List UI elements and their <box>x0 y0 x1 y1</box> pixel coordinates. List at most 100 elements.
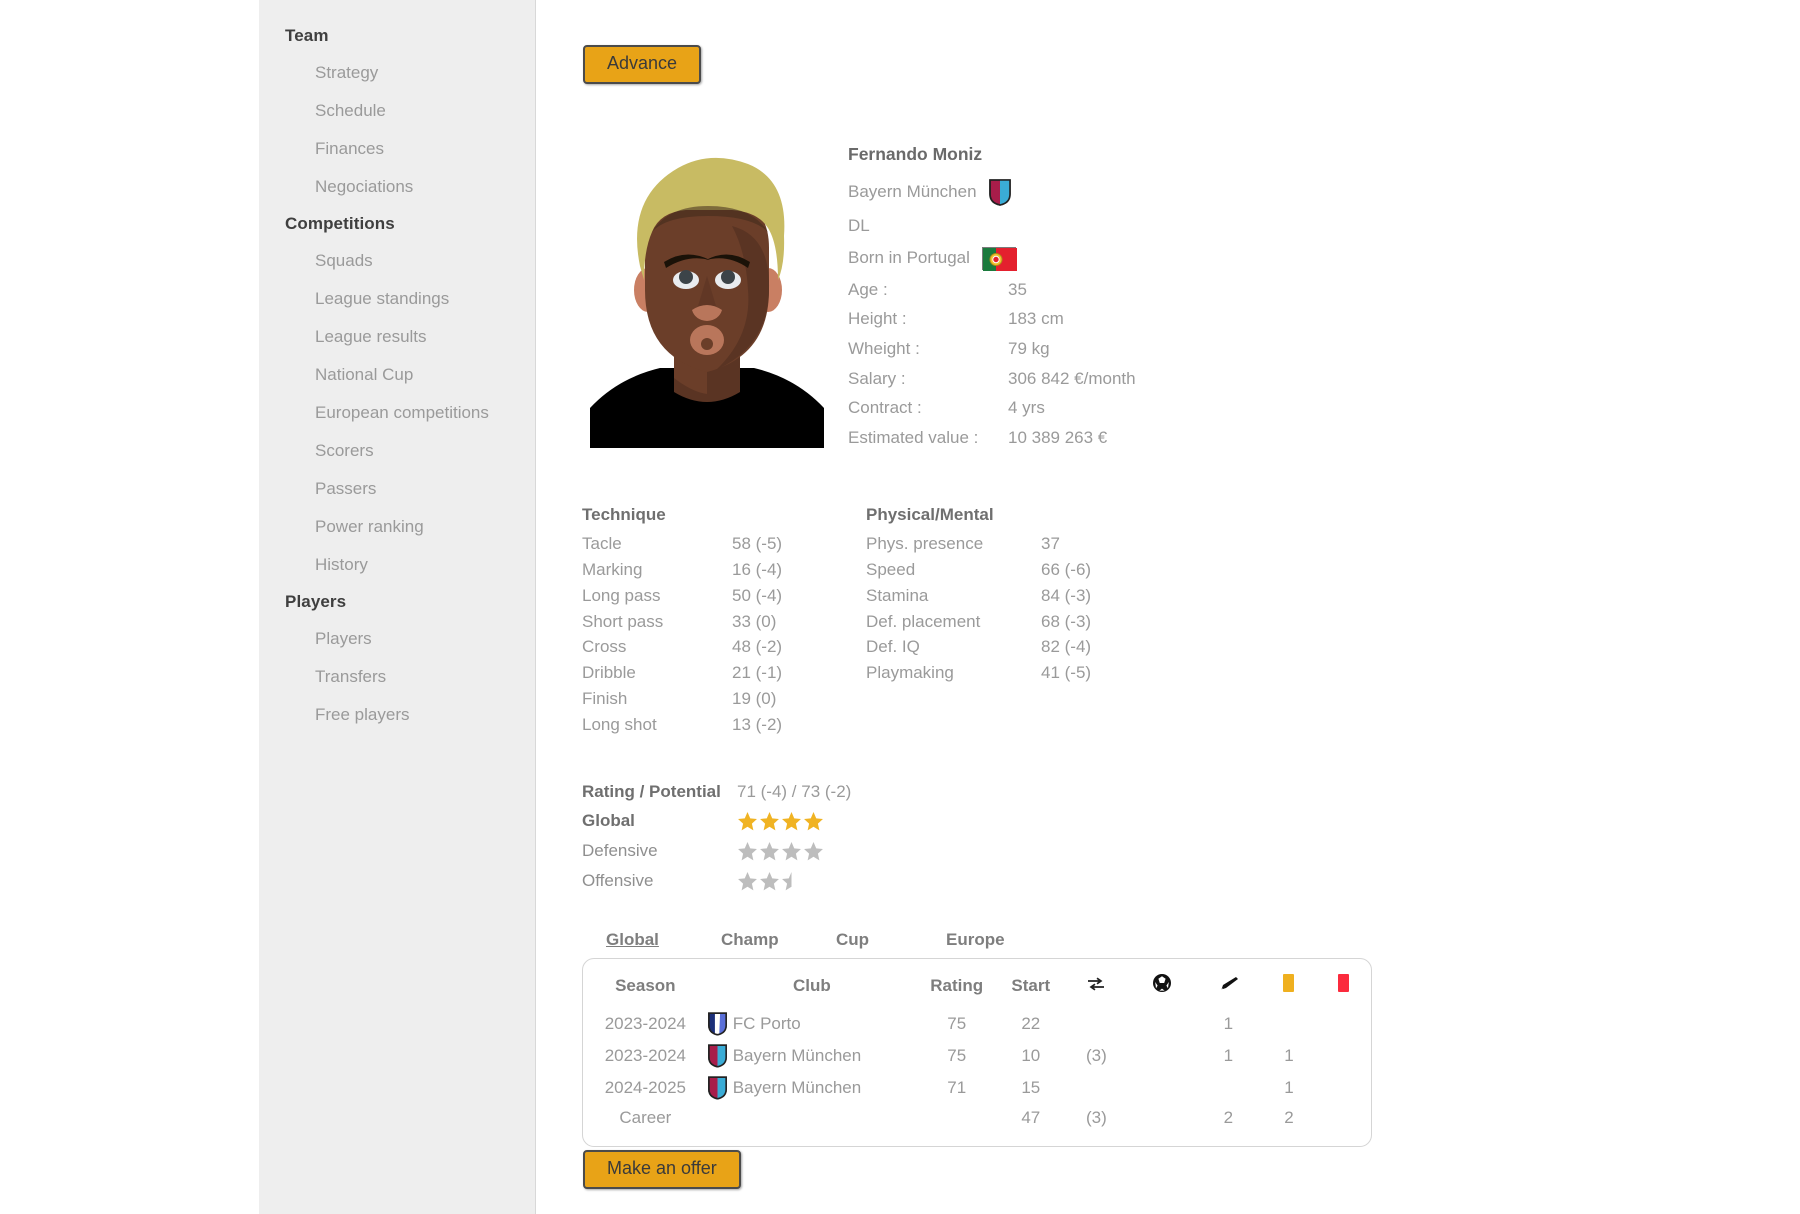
sidebar-item-negociations[interactable]: Negociations <box>259 168 535 206</box>
red-card-icon[interactable] <box>1316 969 1371 1008</box>
stat-row: Short pass 33 (0) <box>582 611 832 631</box>
sidebar-item-squads[interactable]: Squads <box>259 242 535 280</box>
sidebar-item-schedule[interactable]: Schedule <box>259 92 535 130</box>
cell-assists: 2 <box>1223 1108 1234 1127</box>
make-an-offer-button[interactable]: Make an offer <box>583 1150 741 1189</box>
attribute-value: 10 389 263 € <box>1008 428 1108 448</box>
club-badge-icon <box>988 179 1011 206</box>
sidebar-item-history[interactable]: History <box>259 546 535 584</box>
player-club-row: Bayern München <box>848 179 1136 206</box>
stat-value: 68 (-3) <box>1041 611 1092 631</box>
career-tab-cup[interactable]: Cup <box>836 930 946 950</box>
star-icon <box>803 841 824 862</box>
star-icon <box>737 811 758 832</box>
career-table: Season Club Rating Start 2023-2024 FC Po… <box>583 969 1371 1132</box>
header-club[interactable]: Club <box>708 969 916 1008</box>
rating-potential-label: Rating / Potential <box>582 782 721 801</box>
cell-start: 47 <box>1021 1108 1041 1127</box>
boot-icon[interactable] <box>1195 969 1262 1008</box>
sidebar-item-scorers[interactable]: Scorers <box>259 432 535 470</box>
cell-season: Career <box>619 1108 672 1127</box>
player-club: Bayern München <box>848 182 977 202</box>
sidebar-item-free-players[interactable]: Free players <box>259 696 535 734</box>
sidebar-item-passers[interactable]: Passers <box>259 470 535 508</box>
sidebar-item-strategy[interactable]: Strategy <box>259 54 535 92</box>
half-star-icon <box>781 871 802 892</box>
attribute-value: 183 cm <box>1008 309 1064 329</box>
sidebar-group-team: Team <box>285 26 329 45</box>
player-attribute-row: Age : 35 <box>848 279 1136 300</box>
cell-rating <box>916 1104 998 1132</box>
star-icon <box>737 841 758 862</box>
offensive-rating-row: Offensive <box>582 871 851 892</box>
stat-value: 21 (-1) <box>732 663 783 683</box>
stat-name: Cross <box>582 637 627 657</box>
career-table-row[interactable]: Career 47 (3) 2 2 <box>583 1104 1371 1132</box>
career-tab-global[interactable]: Global <box>606 930 721 950</box>
sidebar-item-power-ranking[interactable]: Power ranking <box>259 508 535 546</box>
stat-value: 84 (-3) <box>1041 585 1092 605</box>
physical-title: Physical/Mental <box>866 505 994 524</box>
sidebar-item-players[interactable]: Players <box>259 620 535 658</box>
sidebar-item-national-cup[interactable]: National Cup <box>259 356 535 394</box>
career-table-row[interactable]: 2023-2024 Bayern München 75 10 (3) 1 1 <box>583 1040 1371 1072</box>
stat-value: 33 (0) <box>732 611 777 631</box>
club-name: FC Porto <box>732 1014 801 1033</box>
career-table-row[interactable]: 2023-2024 FC Porto 75 22 1 <box>583 1008 1371 1040</box>
defensive-rating-label: Defensive <box>582 840 658 860</box>
sidebar-item-league-results[interactable]: League results <box>259 318 535 356</box>
career-tab-champ[interactable]: Champ <box>721 930 836 950</box>
header-season[interactable]: Season <box>583 969 708 1008</box>
cell-substitutions: (3) <box>1086 1108 1107 1127</box>
stat-name: Playmaking <box>866 663 954 683</box>
attribute-value: 35 <box>1008 279 1027 299</box>
yellow-card-icon[interactable] <box>1262 969 1317 1008</box>
player-attribute-row: Estimated value : 10 389 263 € <box>848 428 1136 448</box>
player-attribute-rows: Age : 35 Height : 183 cm Wheight : 79 kg Salar… <box>848 279 1136 448</box>
career-table-row[interactable]: 2024-2025 Bayern München 71 15 1 <box>583 1072 1371 1104</box>
header-start[interactable]: Start <box>997 969 1064 1008</box>
sidebar-item-league-standings[interactable]: League standings <box>259 280 535 318</box>
bayern-badge-icon <box>707 1076 727 1100</box>
rating-potential-value: 71 (-4) / 73 (-2) <box>737 782 852 801</box>
stat-row: Marking 16 (-4) <box>582 560 832 579</box>
stat-value: 13 (-2) <box>732 714 783 734</box>
player-attribute-row: Height : 183 cm <box>848 310 1136 329</box>
sidebar-item-european-competitions[interactable]: European competitions <box>259 394 535 432</box>
bayern-badge-icon <box>707 1044 727 1068</box>
club-name: Bayern München <box>732 1046 862 1065</box>
stat-row: Playmaking 41 (-5) <box>866 664 1141 682</box>
star-icon <box>737 871 758 892</box>
ball-icon[interactable] <box>1129 969 1195 1008</box>
substitution-icon[interactable] <box>1064 969 1129 1008</box>
stat-value: 37 <box>1041 534 1060 553</box>
cell-assists: 1 <box>1223 1014 1234 1033</box>
stat-name: Long shot <box>582 714 657 734</box>
player-header: Fernando Moniz Bayern München DL Born in… <box>582 140 1136 459</box>
sidebar-item-finances[interactable]: Finances <box>259 130 535 168</box>
attribute-label: Estimated value : <box>848 428 979 448</box>
stat-value: 48 (-2) <box>732 637 783 657</box>
cell-substitutions <box>1064 1072 1129 1104</box>
stat-row: Dribble 21 (-1) <box>582 664 832 682</box>
player-attribute-row: Contract : 4 yrs <box>848 399 1136 418</box>
player-portrait <box>582 140 832 448</box>
stat-name: Dribble <box>582 663 636 683</box>
cell-rating: 75 <box>947 1014 967 1033</box>
sidebar-item-transfers[interactable]: Transfers <box>259 658 535 696</box>
header-rating[interactable]: Rating <box>916 969 998 1008</box>
global-rating-label: Global <box>582 810 635 830</box>
star-icon <box>803 811 824 832</box>
cell-goals <box>1129 1040 1195 1072</box>
cell-season: 2023-2024 <box>604 1014 686 1033</box>
sidebar: Team Strategy Schedule Finances Negociations… <box>259 0 536 1214</box>
stat-name: Long pass <box>582 585 661 605</box>
career-tab-europe[interactable]: Europe <box>946 930 1005 950</box>
advance-button[interactable]: Advance <box>583 45 702 84</box>
offensive-rating-stars <box>737 871 803 892</box>
cell-goals <box>1129 1072 1195 1104</box>
rating-potential-row: Rating / Potential 71 (-4) / 73 (-2) <box>582 782 852 802</box>
star-icon <box>781 841 802 862</box>
cell-assists: 1 <box>1223 1046 1234 1065</box>
cell-start: 10 <box>1021 1046 1041 1065</box>
